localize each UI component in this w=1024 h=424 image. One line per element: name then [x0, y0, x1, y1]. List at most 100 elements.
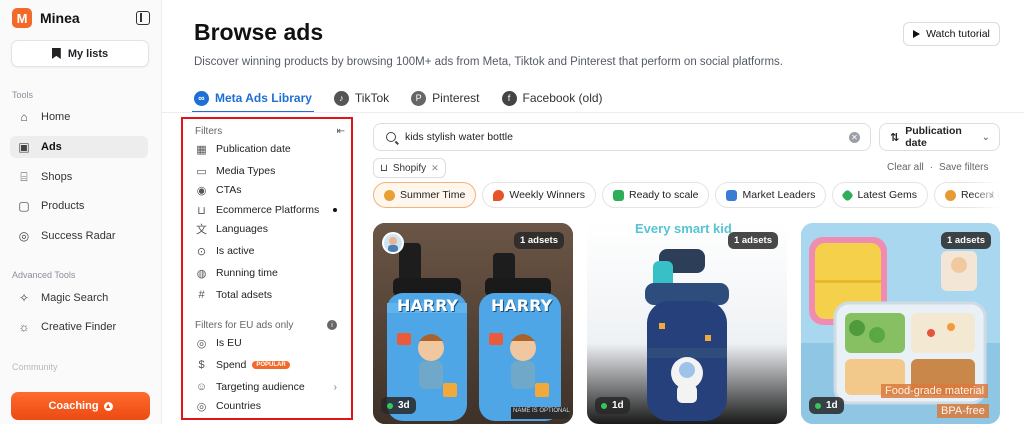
- filter-media-types[interactable]: ▭ Media Types: [195, 163, 343, 179]
- sort-icon: ⇅: [890, 131, 900, 144]
- bar-chart-icon: [726, 189, 738, 201]
- filter-label: Running time: [216, 267, 278, 279]
- tab-facebook-old[interactable]: f Facebook (old): [501, 84, 603, 112]
- product-icon: ▢: [18, 199, 30, 213]
- search-icon: [386, 132, 396, 142]
- arrow-up-icon: ▲: [103, 401, 113, 411]
- popular-badge: POPULAR: [252, 361, 290, 369]
- spark-icon: ☼: [18, 320, 30, 334]
- ad-headline-text: Every smart kid: [635, 223, 732, 236]
- shop-icon: ⌸: [20, 169, 28, 184]
- ad-card[interactable]: Every smart kid 1 adsets 1d: [587, 223, 787, 424]
- filter-spend[interactable]: $ Spend POPULAR: [195, 357, 343, 373]
- gem-icon: [841, 188, 855, 202]
- sidebar-item-ads[interactable]: ▣ Ads: [10, 136, 148, 158]
- coaching-button[interactable]: Coaching ▲: [11, 392, 150, 420]
- filter-label: Is active: [216, 245, 255, 257]
- filter-label: Media Types: [216, 165, 276, 177]
- bookmark-icon: [51, 48, 61, 59]
- sidebar-item-magic-search[interactable]: ✧ Magic Search: [10, 287, 148, 309]
- filter-countries[interactable]: ◎ Countries: [195, 398, 343, 414]
- filter-is-active[interactable]: ⊙ Is active: [195, 243, 343, 259]
- section-label-community: Community: [12, 362, 58, 372]
- sidebar-item-home[interactable]: ⌂ Home: [10, 106, 148, 128]
- fire-icon: [493, 189, 505, 201]
- filter-publication-date[interactable]: ▦ Publication date: [195, 141, 343, 157]
- globe-icon: ◎: [196, 400, 207, 413]
- active-icon: ⊙: [196, 245, 207, 258]
- sidebar-item-label: Success Radar: [41, 230, 116, 242]
- clear-search-icon[interactable]: ✕: [849, 132, 860, 143]
- active-filter-dot: [333, 208, 337, 212]
- filter-label: CTAs: [216, 184, 242, 196]
- bottle-name-text: HARRY: [491, 296, 553, 315]
- watch-tutorial-button[interactable]: Watch tutorial: [903, 22, 1000, 46]
- play-icon: [913, 30, 921, 38]
- bottle-name-text: HARRY: [397, 296, 459, 315]
- sidebar-item-creative-finder[interactable]: ☼ Creative Finder: [10, 316, 148, 338]
- quick-filter-label: Weekly Winners: [509, 189, 586, 201]
- active-status-dot: [387, 402, 393, 409]
- sunglasses-icon: [384, 189, 395, 201]
- tab-pinterest[interactable]: P Pinterest: [411, 84, 480, 112]
- app-name: Minea: [40, 10, 80, 26]
- tab-tiktok[interactable]: ♪ TikTok: [333, 84, 389, 112]
- quick-filter-weekly-winners[interactable]: Weekly Winners: [482, 182, 597, 208]
- adsets-badge: 1 adsets: [940, 232, 991, 249]
- tab-meta-ads-library[interactable]: ∞ Meta Ads Library: [192, 84, 314, 113]
- hash-icon: #: [198, 289, 205, 301]
- scroll-right-icon[interactable]: ›: [990, 190, 993, 201]
- ad-age-value: 1d: [826, 400, 838, 411]
- save-filters-link[interactable]: Save filters: [939, 162, 988, 173]
- filter-ecommerce-platforms[interactable]: ⊔ Ecommerce Platforms: [195, 202, 343, 218]
- search-input[interactable]: kids stylish water bottle ✕: [373, 123, 871, 151]
- my-lists-button[interactable]: My lists: [11, 40, 149, 67]
- sidebar: M Minea My lists Tools ⌂ Home ▣ Ads ⌸ Sh…: [0, 0, 162, 424]
- ad-age-badge: 1d: [809, 397, 844, 414]
- page-subtitle: Discover winning products by browsing 10…: [194, 56, 783, 68]
- section-label-tools: Tools: [12, 90, 34, 100]
- cart-icon: ⊔: [197, 204, 206, 217]
- info-icon[interactable]: i: [327, 320, 337, 330]
- overlay-caption: Food-grade material: [881, 384, 989, 398]
- quick-filter-market-leaders[interactable]: Market Leaders: [715, 182, 827, 208]
- search-value: kids stylish water bottle: [405, 131, 513, 143]
- advertiser-avatar: [382, 232, 404, 254]
- filter-total-adsets[interactable]: # Total adsets: [195, 287, 343, 303]
- sidebar-collapse-icon[interactable]: [136, 11, 150, 25]
- filter-is-eu[interactable]: ◎ Is EU: [195, 335, 343, 351]
- remove-chip-icon[interactable]: ✕: [431, 163, 439, 174]
- active-filter-chip[interactable]: ⊔ Shopify ✕: [373, 158, 446, 178]
- clear-all-link[interactable]: Clear all: [887, 162, 924, 173]
- sidebar-item-success-radar[interactable]: ◎ Success Radar: [10, 225, 148, 247]
- coaching-label: Coaching: [48, 400, 99, 412]
- eu-filters-heading: Filters for EU ads only i: [195, 317, 343, 333]
- filter-languages[interactable]: 文 Languages: [195, 221, 343, 237]
- ad-creative-image: [373, 223, 573, 424]
- filters-panel: Filters ⇤ ▦ Publication date ▭ Media Typ…: [181, 117, 353, 420]
- tab-label: Pinterest: [432, 91, 480, 105]
- quick-filter-ready-to-scale[interactable]: Ready to scale: [602, 182, 710, 208]
- filter-targeting-audience[interactable]: ☺ Targeting audience ›: [195, 379, 343, 395]
- minea-logo-icon[interactable]: M: [12, 8, 32, 28]
- sidebar-item-label: Products: [41, 200, 85, 212]
- ad-card[interactable]: HARRY HARRY NAME IS OPTIONAL 1 adsets 3d: [373, 223, 573, 424]
- collapse-filters-icon[interactable]: ⇤: [337, 126, 345, 137]
- filter-label: Languages: [216, 223, 268, 235]
- quick-filter-label: Latest Gems: [857, 189, 917, 201]
- filter-label: Publication date: [216, 143, 291, 155]
- filter-label: Spend: [216, 359, 247, 371]
- sidebar-item-label: Home: [41, 111, 71, 123]
- avatar-image: [384, 234, 402, 252]
- sidebar-item-shops[interactable]: ⌸ Shops: [10, 166, 148, 188]
- ad-card[interactable]: Food-grade material BPA-free 1 adsets 1d: [801, 223, 1000, 424]
- sidebar-item-products[interactable]: ▢ Products: [10, 195, 148, 217]
- filter-ctas[interactable]: ◉ CTAs: [195, 182, 343, 198]
- separator: ·: [929, 162, 934, 173]
- filter-running-time[interactable]: ◍ Running time: [195, 265, 343, 281]
- sort-dropdown[interactable]: ⇅ Publication date ⌄: [879, 123, 1000, 151]
- ad-creative-image: [587, 223, 787, 424]
- quick-filter-latest-gems[interactable]: Latest Gems: [832, 182, 928, 208]
- quick-filter-summer-time[interactable]: Summer Time: [373, 182, 477, 208]
- adsets-badge: 1 adsets: [513, 232, 564, 249]
